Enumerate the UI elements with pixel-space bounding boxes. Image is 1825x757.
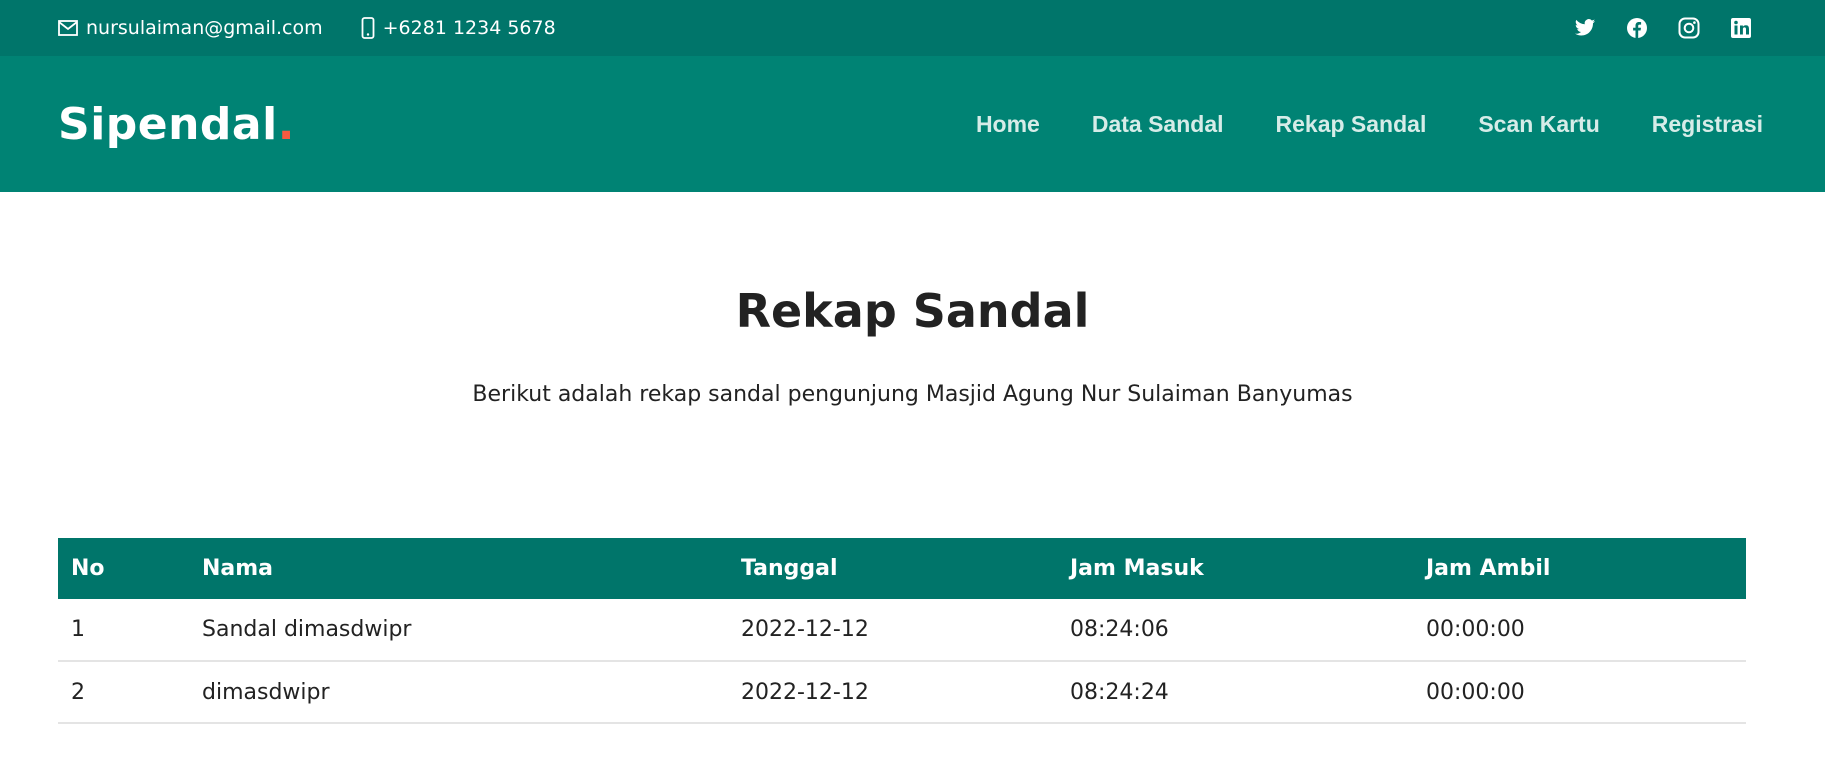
column-header-no: No [58,538,189,599]
column-header-nama: Nama [189,538,728,599]
cell-nama: Sandal dimasdwipr [189,599,728,662]
nav-menu: Home Data Sandal Rekap Sandal Scan Kartu… [924,111,1767,138]
logo-text: Sipendal [58,98,278,150]
cell-no: 1 [58,599,189,662]
phone-icon [361,17,375,39]
cell-jam-ambil: 00:00:00 [1413,599,1746,662]
cell-jam-masuk: 08:24:24 [1057,661,1413,724]
contact-info: nursulaiman@gmail.com +6281 1234 5678 [58,17,556,39]
email-text: nursulaiman@gmail.com [86,17,323,39]
page-subtitle: Berikut adalah rekap sandal pengunjung M… [472,382,1353,407]
column-header-tanggal: Tanggal [728,538,1057,599]
column-header-jam-masuk: Jam Masuk [1057,538,1413,599]
nav-registrasi[interactable]: Registrasi [1652,111,1763,138]
phone-contact[interactable]: +6281 1234 5678 [361,17,556,39]
cell-nama: dimasdwipr [189,661,728,724]
table-row: 1 Sandal dimasdwipr 2022-12-12 08:24:06 … [58,599,1746,662]
top-bar: nursulaiman@gmail.com +6281 1234 5678 [0,0,1825,56]
facebook-icon[interactable] [1625,16,1649,40]
site-logo[interactable]: Sipendal. [58,99,295,150]
phone-text: +6281 1234 5678 [382,17,556,39]
twitter-icon[interactable] [1573,16,1597,40]
envelope-icon [58,20,78,36]
nav-data-sandal[interactable]: Data Sandal [1092,111,1224,138]
rekap-table: No Nama Tanggal Jam Masuk Jam Ambil 1 Sa… [58,538,1746,724]
cell-tanggal: 2022-12-12 [728,599,1057,662]
instagram-icon[interactable] [1677,16,1701,40]
cell-jam-ambil: 00:00:00 [1413,661,1746,724]
column-header-jam-ambil: Jam Ambil [1413,538,1746,599]
email-contact[interactable]: nursulaiman@gmail.com [58,17,323,39]
page-title: Rekap Sandal [735,284,1090,338]
table-row: 2 dimasdwipr 2022-12-12 08:24:24 00:00:0… [58,661,1746,724]
logo-dot: . [277,98,295,150]
table-header-row: No Nama Tanggal Jam Masuk Jam Ambil [58,538,1746,599]
linkedin-icon[interactable] [1729,16,1753,40]
social-links [1573,16,1767,40]
nav-home[interactable]: Home [976,111,1040,138]
cell-tanggal: 2022-12-12 [728,661,1057,724]
cell-no: 2 [58,661,189,724]
cell-jam-masuk: 08:24:06 [1057,599,1413,662]
nav-scan-kartu[interactable]: Scan Kartu [1478,111,1599,138]
nav-rekap-sandal[interactable]: Rekap Sandal [1276,111,1427,138]
main-navbar: Sipendal. Home Data Sandal Rekap Sandal … [0,56,1825,192]
